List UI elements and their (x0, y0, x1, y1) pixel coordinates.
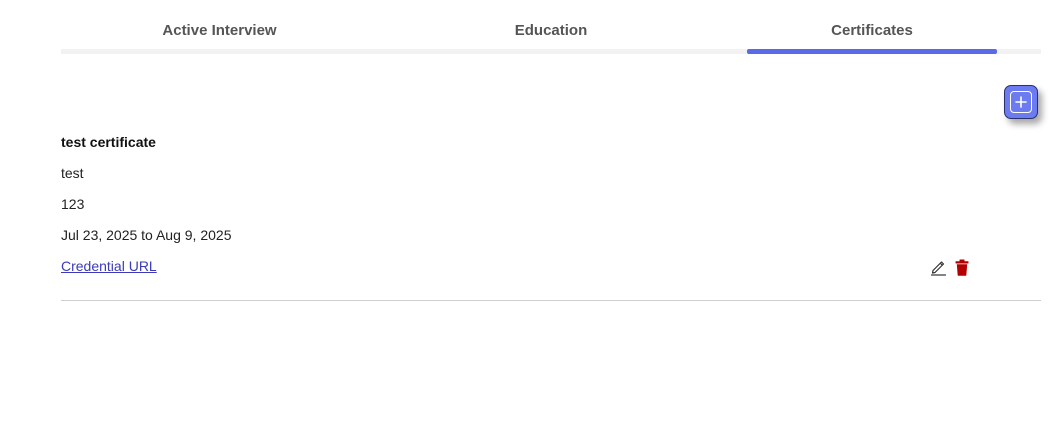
tab-label: Active Interview (162, 22, 277, 39)
add-certificate-button[interactable] (1004, 85, 1038, 119)
certificate-dates: Jul 23, 2025 to Aug 9, 2025 (61, 227, 232, 243)
plus-icon (1010, 91, 1032, 113)
tab-certificates[interactable]: Certificates (747, 0, 997, 54)
tab-label: Education (514, 22, 588, 39)
pencil-icon[interactable] (930, 258, 947, 276)
certificate-credential-id: 123 (61, 196, 85, 212)
credential-url-link[interactable]: Credential URL (61, 258, 157, 274)
tab-label: Certificates (831, 22, 913, 39)
tab-bar: Active Interview Education Certificates (61, 0, 1041, 56)
certificates-page: Active Interview Education Certificates … (0, 0, 1062, 428)
tab-education[interactable]: Education (388, 0, 714, 54)
tab-active-interview[interactable]: Active Interview (61, 0, 378, 54)
trash-icon[interactable] (955, 259, 969, 276)
certificate-organization: test (61, 165, 84, 181)
entry-divider (61, 300, 1041, 301)
active-tab-indicator (747, 49, 997, 54)
certificate-name: test certificate (61, 134, 156, 150)
